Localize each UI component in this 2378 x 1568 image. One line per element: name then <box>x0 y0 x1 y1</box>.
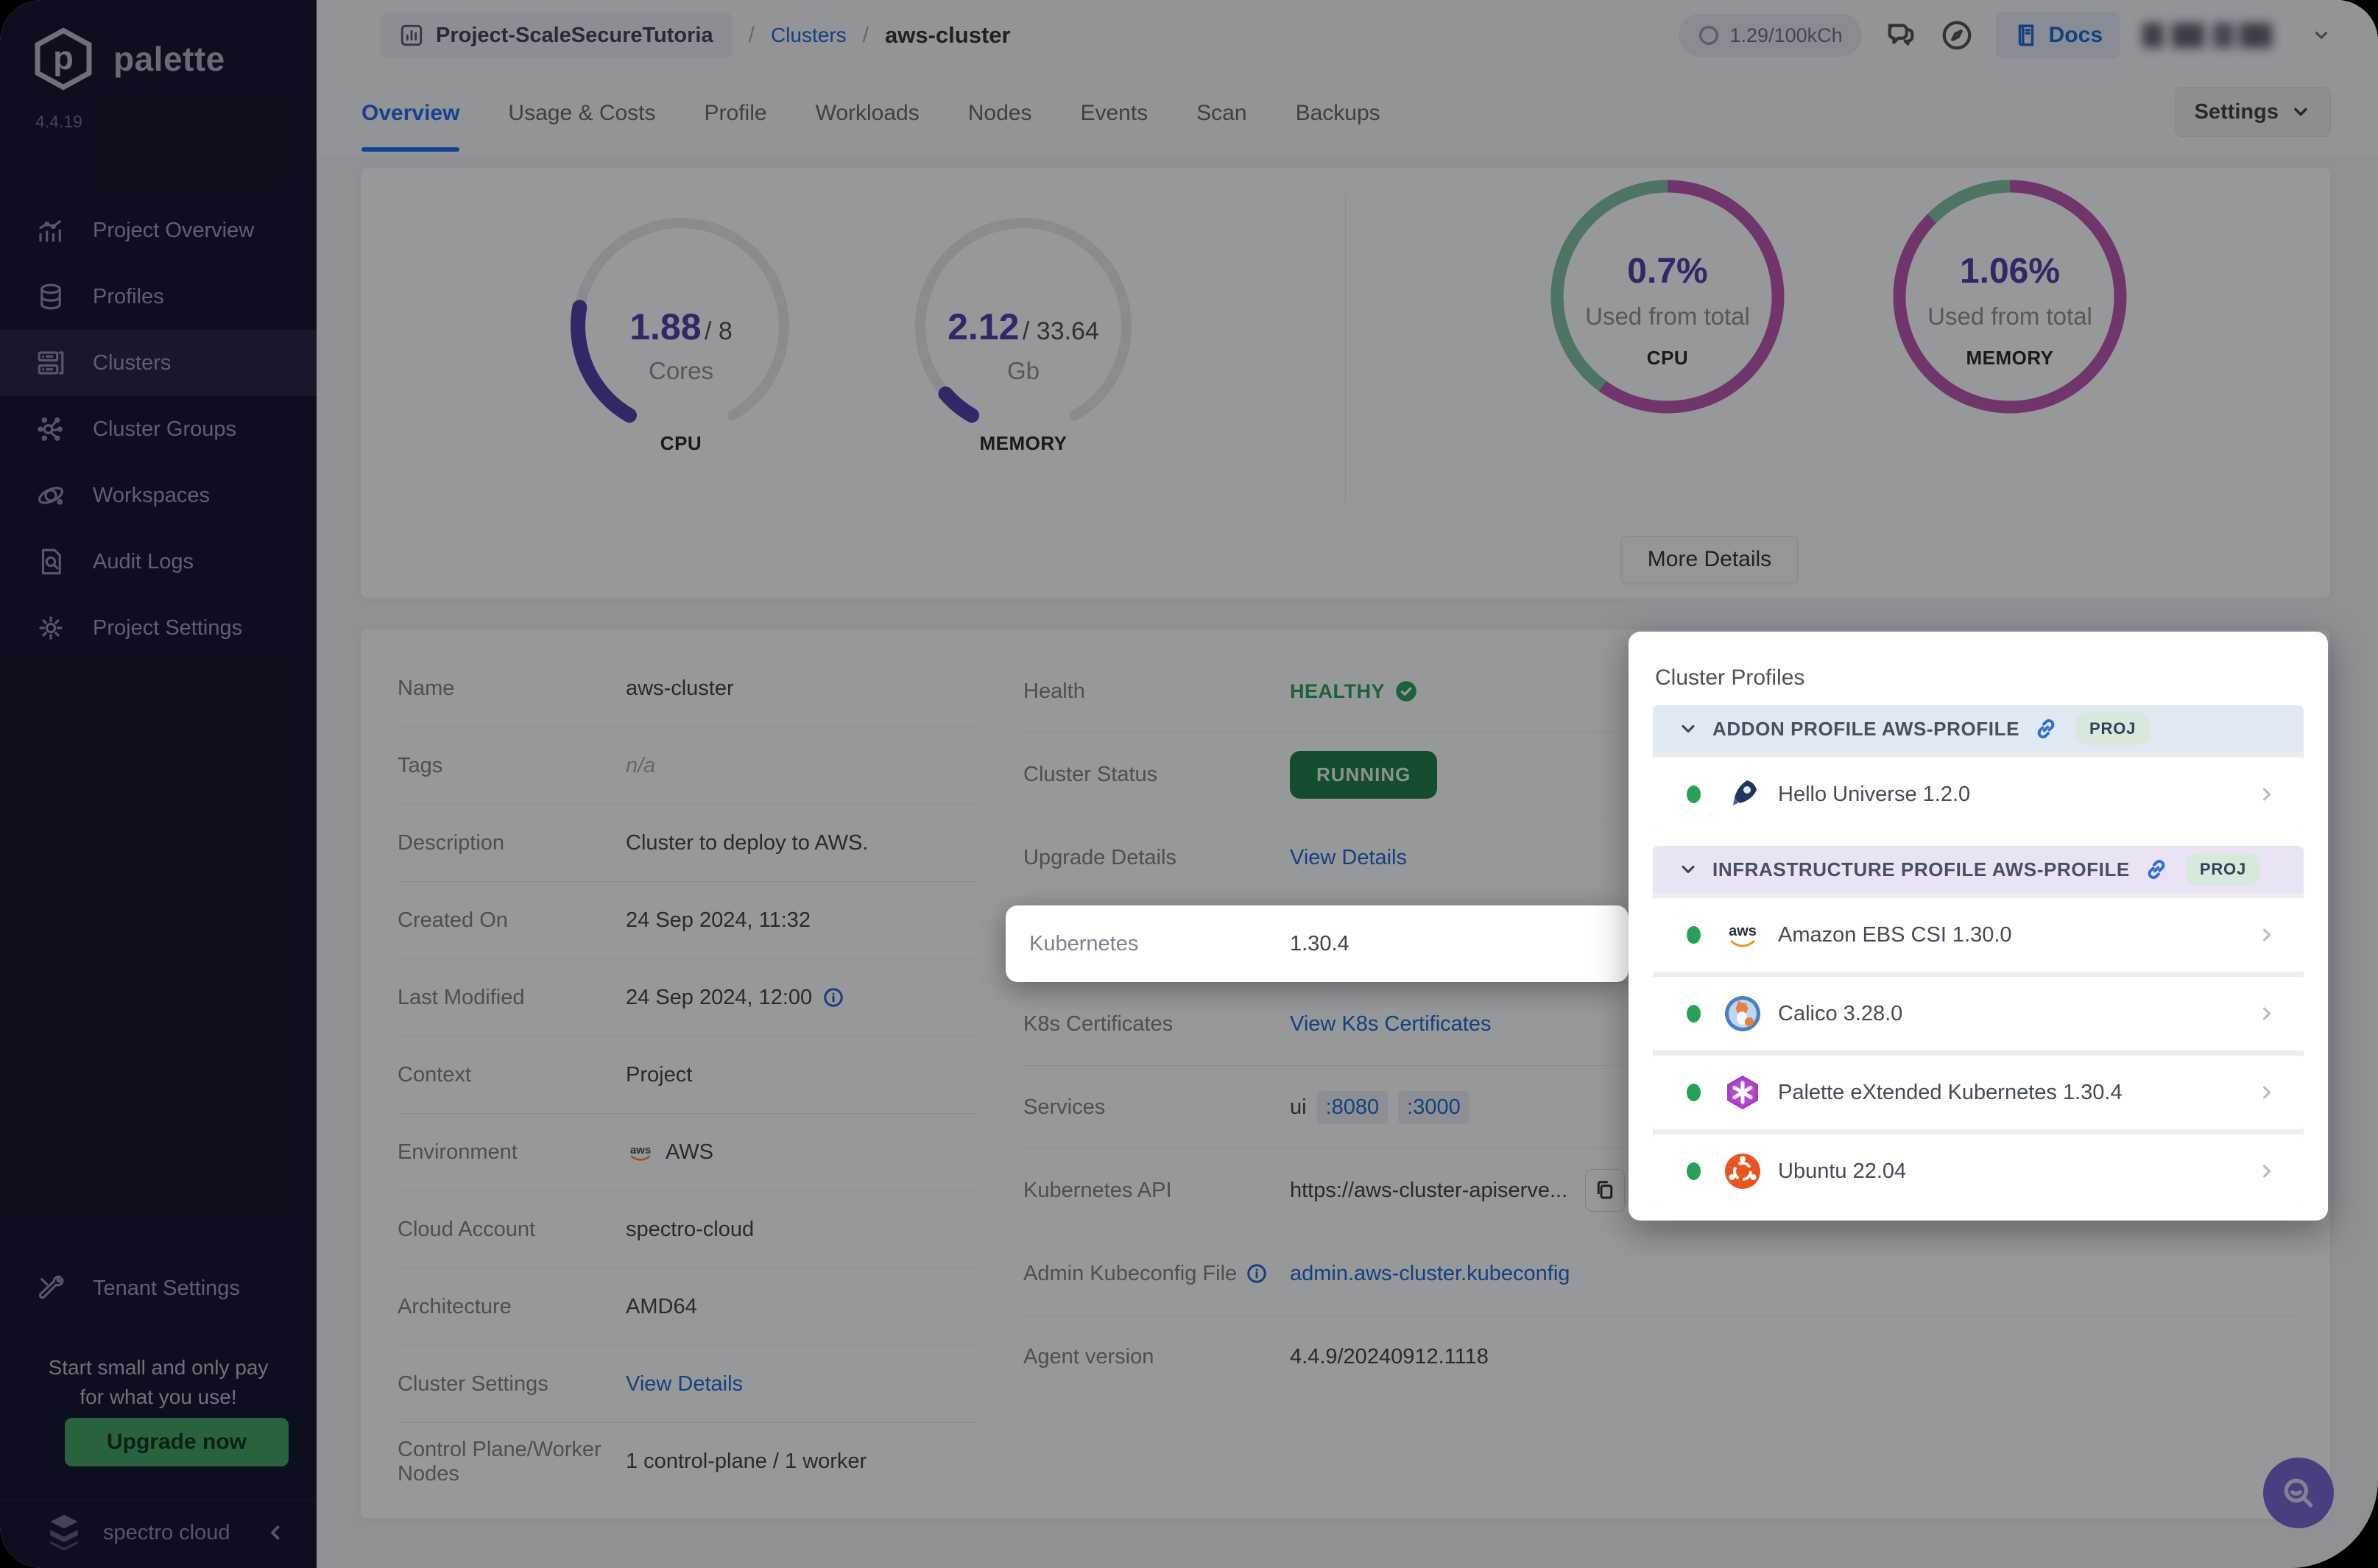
pack-name: Palette eXtended Kubernetes 1.30.4 <box>1778 1080 2123 1104</box>
ubuntu-icon <box>1723 1151 1763 1191</box>
chevron-right-icon <box>2262 788 2271 801</box>
kubernetes-label: Kubernetes <box>1029 931 1139 956</box>
infrastructure-profile-header[interactable]: INFRASTRUCTURE PROFILE AWS-PROFILE PROJ <box>1653 846 2304 893</box>
chevron-right-icon <box>2262 1007 2271 1020</box>
addon-profile-title: ADDON PROFILE AWS-PROFILE <box>1712 717 2020 740</box>
infrastructure-profile-title: INFRASTRUCTURE PROFILE AWS-PROFILE <box>1712 858 2130 880</box>
chevron-right-icon <box>2262 928 2271 942</box>
pack-status-dot <box>1687 1084 1701 1101</box>
chevron-down-icon <box>1682 724 1695 733</box>
pack-status-dot <box>1687 1005 1701 1023</box>
pack-row-ubuntu[interactable]: Ubuntu 22.04 <box>1653 1134 2304 1208</box>
palette-pxk-icon <box>1723 1073 1763 1112</box>
infrastructure-profile-section: INFRASTRUCTURE PROFILE AWS-PROFILE PROJ … <box>1653 846 2304 1208</box>
link-icon[interactable] <box>2143 856 2170 883</box>
pack-row-amazon-ebs-csi[interactable]: aws Amazon EBS CSI 1.30.0 <box>1653 898 2304 972</box>
cluster-profiles-panel: Cluster Profiles ADDON PROFILE AWS-PROFI… <box>1629 632 2328 1221</box>
hello-universe-icon <box>1723 774 1763 814</box>
pack-name: Ubuntu 22.04 <box>1778 1159 1907 1183</box>
pack-name: Hello Universe 1.2.0 <box>1778 782 1971 806</box>
pack-row-hello-universe[interactable]: Hello Universe 1.2.0 <box>1653 757 2304 831</box>
panel-title: Cluster Profiles <box>1655 665 1805 690</box>
pack-status-dot <box>1687 926 1701 944</box>
pack-status-dot <box>1687 785 1701 803</box>
pack-status-dot <box>1687 1162 1701 1180</box>
scope-badge: PROJ <box>2185 853 2260 886</box>
pack-row-calico[interactable]: Calico 3.28.0 <box>1653 977 2304 1050</box>
kubernetes-version-value: 1.30.4 <box>1290 931 1349 956</box>
kubernetes-version-spotlight-row[interactable]: Kubernetes 1.30.4 <box>1006 905 1629 982</box>
svg-text:aws: aws <box>1729 923 1757 939</box>
pack-name: Calico 3.28.0 <box>1778 1001 1903 1025</box>
panel-body: ADDON PROFILE AWS-PROFILE PROJ Hello Uni… <box>1653 705 2304 1208</box>
link-icon[interactable] <box>2033 716 2059 742</box>
scope-badge: PROJ <box>2075 713 2151 745</box>
chevron-right-icon <box>2262 1165 2271 1178</box>
pack-name: Amazon EBS CSI 1.30.0 <box>1778 922 2012 947</box>
addon-profile-header[interactable]: ADDON PROFILE AWS-PROFILE PROJ <box>1653 705 2304 752</box>
addon-profile-section: ADDON PROFILE AWS-PROFILE PROJ Hello Uni… <box>1653 705 2304 831</box>
chevron-down-icon <box>1682 865 1695 874</box>
chevron-right-icon <box>2262 1086 2271 1099</box>
palette-app-window: p palette 4.4.19 Project Overview Profil… <box>0 0 2378 1568</box>
calico-icon <box>1723 994 1763 1034</box>
pack-row-palette-extended-kubernetes[interactable]: Palette eXtended Kubernetes 1.30.4 <box>1653 1056 2304 1129</box>
aws-icon: aws <box>1723 915 1763 955</box>
